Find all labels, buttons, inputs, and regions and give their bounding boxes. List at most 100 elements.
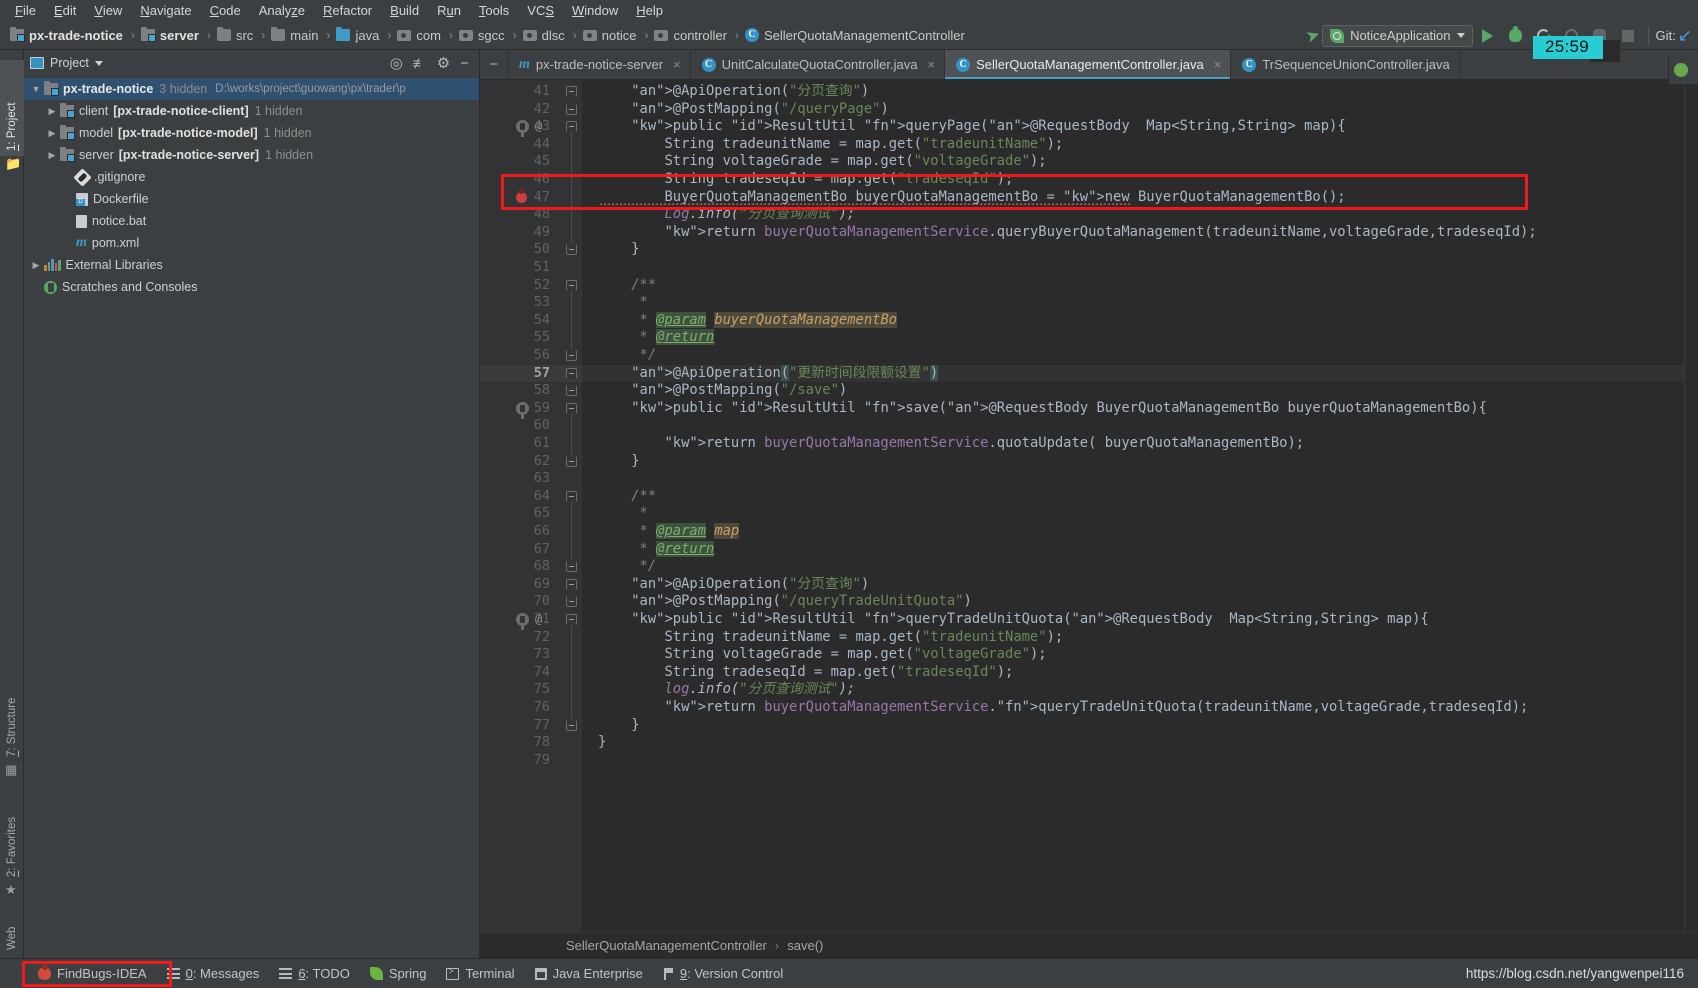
menu-item-tools[interactable]: Tools — [470, 2, 518, 19]
bottom-tool-6--todo[interactable]: 6: TODO — [269, 964, 360, 983]
annotation-gutter-icon[interactable]: @ — [535, 119, 542, 133]
chevron-down-icon[interactable] — [94, 60, 103, 66]
code-fold-toggle[interactable] — [566, 719, 577, 731]
override-method-icon[interactable] — [516, 613, 529, 630]
menu-item-window[interactable]: Window — [563, 2, 627, 19]
menu-item-edit[interactable]: Edit — [45, 2, 85, 19]
breadcrumb-item-sellerquotamanagementcontroller[interactable]: C SellerQuotaManagementController — [743, 26, 969, 45]
fold-gutter[interactable] — [560, 80, 582, 932]
tree-node-px-trade-notice[interactable]: ▼ px-trade-notice 3 hidden D:\works\project… — [24, 78, 479, 100]
editor-tab-px-trade-notice-server[interactable]: m px-trade-notice-server × — [508, 50, 691, 79]
menu-item-refactor[interactable]: Refactor — [314, 2, 381, 19]
code-line: * @param map — [598, 523, 740, 539]
bottom-tool-0--messages[interactable]: 0: Messages — [157, 964, 270, 983]
tree-node-pom-xml[interactable]: m pom.xml — [24, 232, 479, 254]
code-fold-toggle[interactable] — [566, 244, 577, 256]
breadcrumb-label: com — [416, 27, 441, 43]
hide-icon[interactable]: − — [460, 55, 469, 72]
hide-tabs-button[interactable]: − — [480, 50, 508, 79]
code-fold-toggle[interactable] — [566, 561, 577, 573]
breadcrumb-item-java[interactable]: java — [334, 26, 383, 45]
menu-item-run[interactable]: Run — [428, 2, 470, 19]
code-content[interactable]: "an">@ApiOperation("分页查询") "an">@PostMap… — [582, 80, 1684, 932]
settings-icon[interactable]: ⚙ — [437, 54, 450, 72]
menu-item-code[interactable]: Code — [201, 2, 250, 19]
code-fold-toggle[interactable] — [566, 86, 577, 97]
tree-node-hidden-count: 1 hidden — [263, 126, 312, 140]
debug-button[interactable] — [1503, 24, 1529, 48]
tool-window-tab-favorites[interactable]: 2: Favorites — [0, 770, 24, 882]
locate-icon[interactable]: ◎ — [390, 54, 403, 72]
breadcrumb-item-src[interactable]: src — [215, 26, 257, 45]
project-tree[interactable]: ▼ px-trade-notice 3 hidden D:\works\project… — [24, 76, 479, 958]
menu-item-file[interactable]: File — [6, 2, 45, 19]
tree-node-client[interactable]: ▶ client [px-trade-notice-client] 1 hidden — [24, 100, 479, 122]
menu-item-help[interactable]: Help — [627, 2, 672, 19]
breadcrumb-item-sgcc[interactable]: sgcc — [457, 26, 509, 45]
editor-breadcrumb-item[interactable]: save() — [787, 938, 823, 953]
tree-node-external-libraries[interactable]: ▶ External Libraries — [24, 254, 479, 276]
code-fold-toggle[interactable] — [566, 279, 577, 291]
annotation-gutter-icon[interactable]: @ — [535, 612, 542, 626]
code-fold-toggle[interactable] — [566, 402, 577, 414]
tree-node-server[interactable]: ▶ server [px-trade-notice-server] 1 hidden — [24, 144, 479, 166]
tree-node-dockerfile[interactable]: Dockerfile — [24, 188, 479, 210]
breadcrumb-item-server[interactable]: server — [139, 26, 203, 45]
override-method-icon[interactable] — [516, 401, 529, 419]
editor-breadcrumb-item[interactable]: SellerQuotaManagementController — [566, 938, 767, 953]
error-stripe-marker[interactable] — [1684, 80, 1698, 932]
code-fold-toggle[interactable] — [566, 385, 577, 397]
override-method-icon[interactable] — [516, 120, 529, 138]
menu-item-view[interactable]: View — [85, 2, 131, 19]
menu-item-analyze[interactable]: Analyze — [250, 2, 314, 19]
run-configuration-selector[interactable]: NoticeApplication — [1322, 24, 1473, 47]
breadcrumb-item-com[interactable]: com — [395, 26, 445, 45]
tree-node-label: model — [79, 126, 114, 140]
editor-tab-trsequenceunioncontroller-java[interactable]: C TrSequenceUnionController.java — [1231, 50, 1460, 79]
bottom-tool-terminal[interactable]: Terminal — [436, 964, 524, 983]
breadcrumb-label: src — [235, 27, 254, 43]
findbugs-marker-icon[interactable] — [516, 188, 527, 203]
run-button[interactable] — [1475, 24, 1501, 48]
breadcrumb-item-dlsc[interactable]: dlsc — [521, 26, 569, 45]
close-icon[interactable]: × — [1214, 57, 1222, 72]
menu-item-vcs[interactable]: VCS — [518, 2, 563, 19]
code-editor[interactable]: 41 42 43 44 45 46 47 48 49 50 51 52 53 54 55 56 57 58 59 60… — [480, 80, 1698, 932]
tool-window-tab-project[interactable]: 1: Project — [0, 60, 24, 156]
bottom-tool-spring[interactable]: Spring — [360, 964, 437, 983]
tool-window-tab-web[interactable]: Web — [0, 895, 24, 955]
code-fold-toggle[interactable] — [566, 614, 577, 625]
code-line: String voltageGrade = map.get("voltageGr… — [598, 153, 1047, 170]
editor-tab-sellerquotamanagementcontroller-java[interactable]: C SellerQuotaManagementController.java × — [945, 50, 1232, 79]
breadcrumb-separator: › — [206, 28, 211, 42]
code-fold-toggle[interactable] — [566, 596, 577, 608]
editor-tab-unitcalculatequotacontroller-java[interactable]: C UnitCalculateQuotaController.java × — [691, 50, 946, 79]
menu-item-build[interactable]: Build — [381, 2, 428, 19]
collapse-all-icon[interactable]: ≢ — [413, 55, 427, 71]
breadcrumb-item-controller[interactable]: controller — [652, 26, 730, 45]
code-line: /** — [598, 487, 657, 504]
code-fold-toggle[interactable] — [566, 103, 577, 115]
git-update-icon[interactable]: ↙ — [1678, 27, 1692, 44]
breadcrumb-item-main[interactable]: main — [269, 26, 322, 45]
bottom-tool-9--version-control[interactable]: 9: Version Control — [653, 964, 793, 983]
code-fold-toggle[interactable] — [566, 367, 577, 379]
breadcrumb-item-px-trade-notice[interactable]: px-trade-notice — [8, 26, 127, 45]
tree-node-model[interactable]: ▶ model [px-trade-notice-model] 1 hidden — [24, 122, 479, 144]
tree-node-scratches-and-consoles[interactable]: Scratches and Consoles — [24, 276, 479, 298]
menu-item-navigate[interactable]: Navigate — [131, 2, 200, 19]
close-icon[interactable]: × — [673, 57, 681, 72]
code-fold-toggle[interactable] — [566, 490, 577, 502]
tree-node-notice-bat[interactable]: notice.bat — [24, 210, 479, 232]
close-icon[interactable]: × — [927, 57, 935, 72]
tree-node--gitignore[interactable]: .gitignore — [24, 166, 479, 188]
code-fold-toggle[interactable] — [566, 455, 577, 467]
code-fold-toggle[interactable] — [566, 578, 577, 590]
code-fold-toggle[interactable] — [566, 350, 577, 361]
breadcrumb-item-notice[interactable]: notice — [581, 26, 641, 45]
build-icon[interactable]: ➤ — [1303, 24, 1323, 47]
bottom-tool-java-enterprise[interactable]: Java Enterprise — [525, 964, 653, 983]
bottom-tool-findbugs-idea[interactable]: FindBugs-IDEA — [28, 964, 157, 983]
code-fold-toggle[interactable] — [566, 121, 577, 133]
tool-window-tab-structure[interactable]: 7: Structure — [0, 650, 24, 762]
